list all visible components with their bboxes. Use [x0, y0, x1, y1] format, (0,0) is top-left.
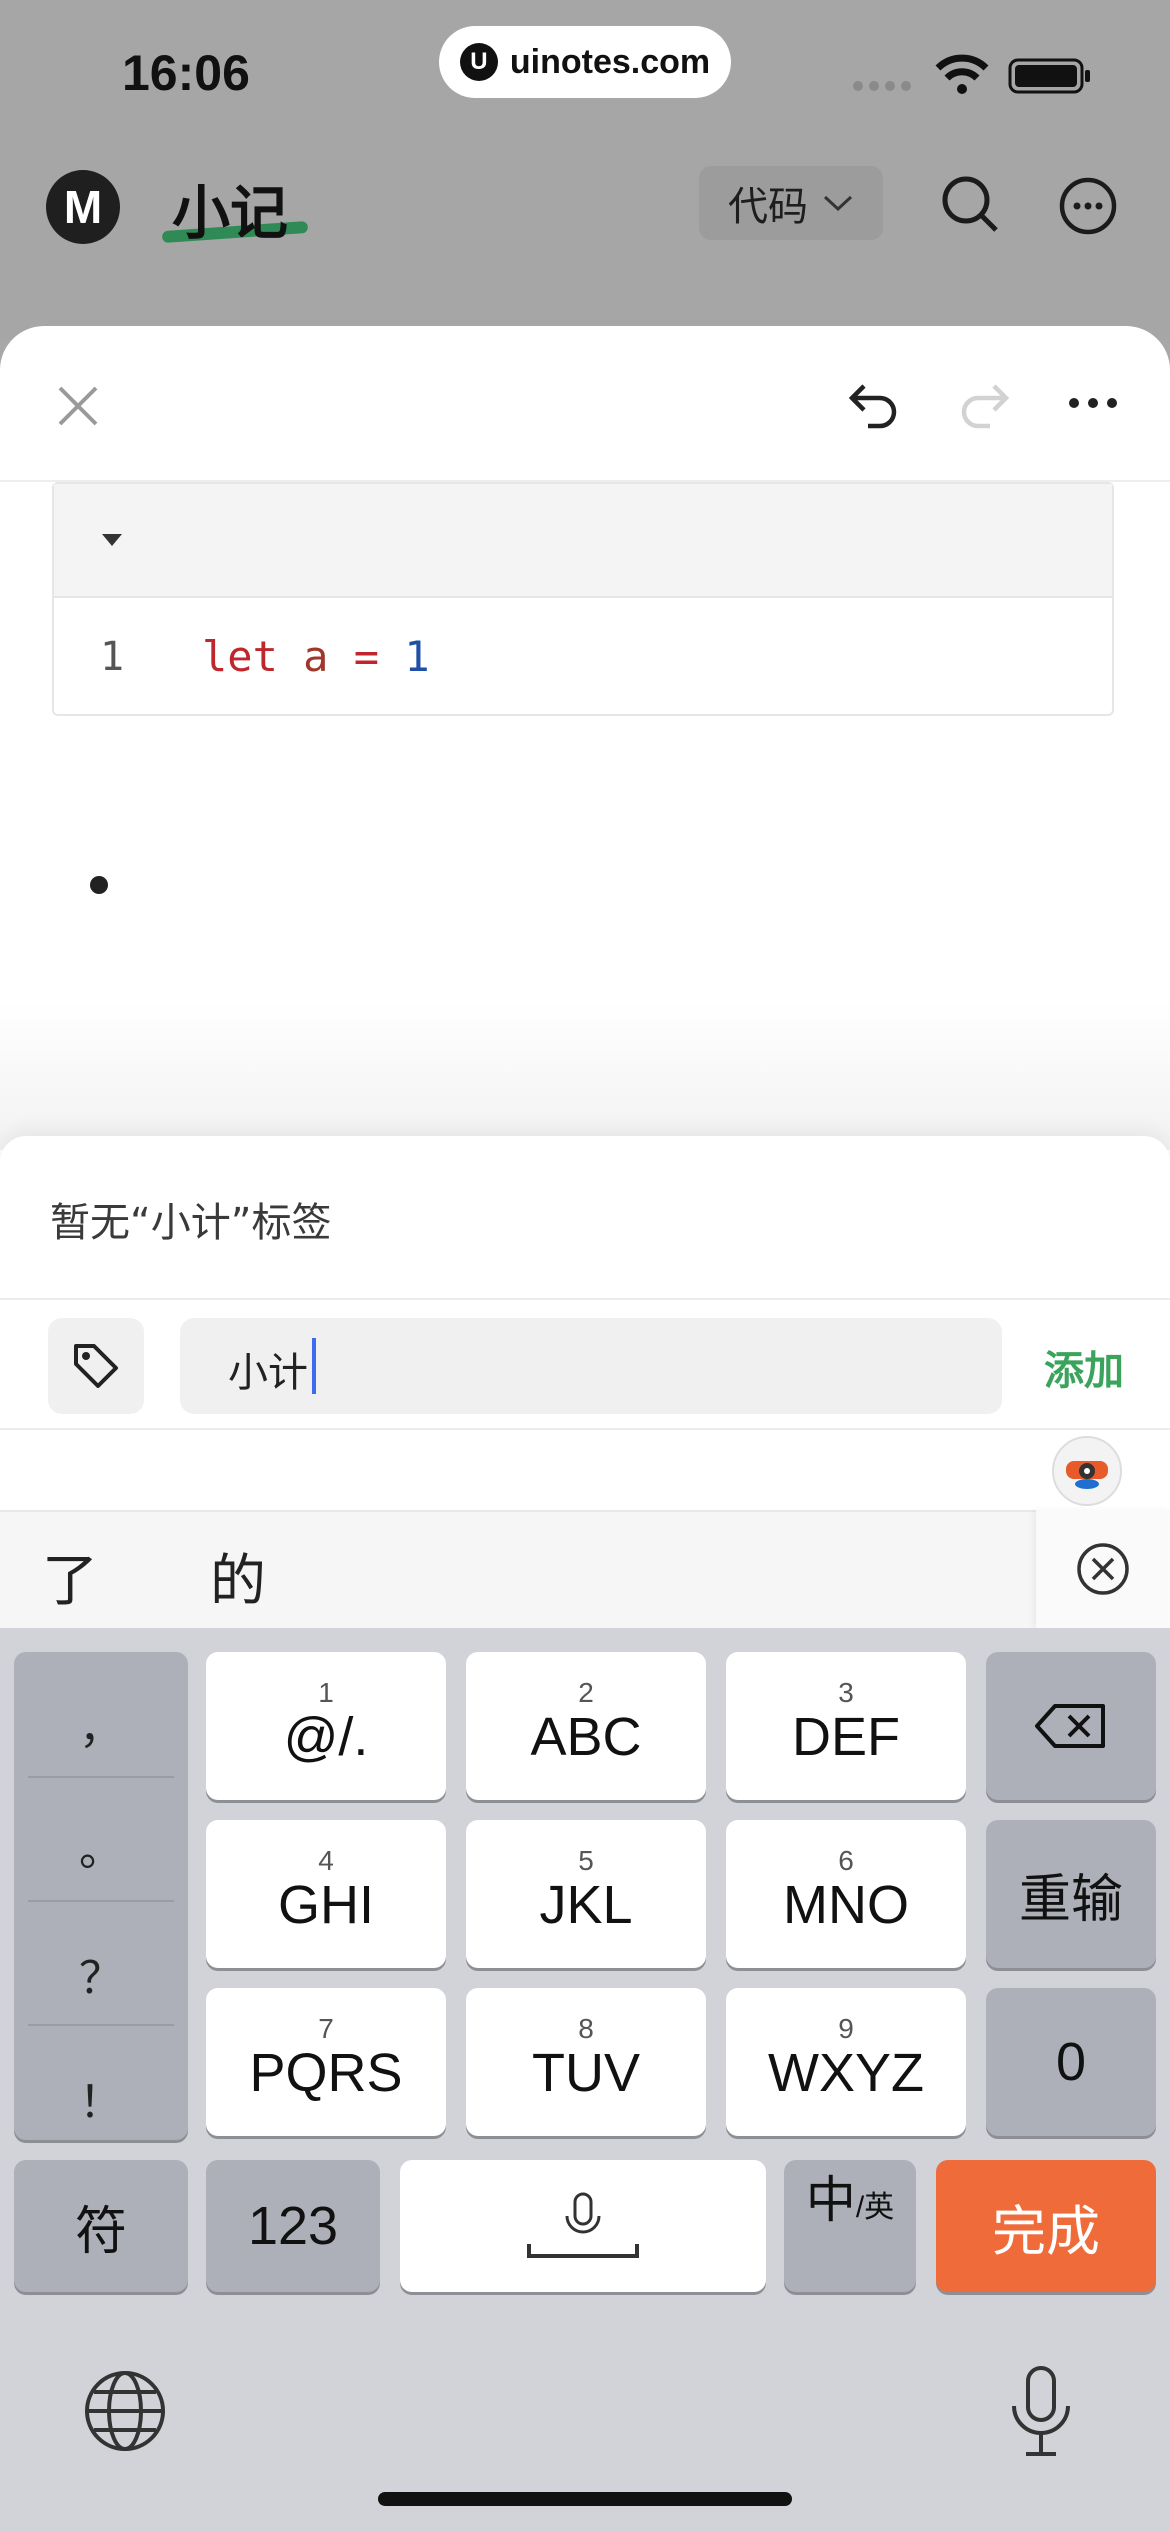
editor-more-icon[interactable] — [1068, 396, 1118, 410]
tag-icon — [74, 1344, 118, 1388]
dictation-mic-icon[interactable] — [1006, 2364, 1076, 2460]
done-key[interactable]: 完成 — [936, 2160, 1156, 2292]
key-label: PQRS — [249, 2043, 403, 2103]
tag-input-divider — [0, 1428, 1170, 1430]
battery-icon — [1008, 58, 1090, 94]
tag-input-value: 小计 — [228, 1350, 308, 1396]
key-7[interactable]: 7 PQRS — [206, 1988, 446, 2136]
code-keyword: let — [202, 632, 278, 681]
punct-exclaim[interactable]: ！ — [14, 2066, 188, 2130]
language-dropdown-icon[interactable] — [100, 532, 124, 548]
search-icon[interactable] — [940, 174, 1000, 234]
backspace-icon — [1035, 1704, 1105, 1748]
key-label: TUV — [532, 2043, 640, 2103]
site-logo-icon: U — [459, 43, 498, 81]
key-label: @/. — [283, 1707, 369, 1767]
key-3[interactable]: 3 DEF — [726, 1652, 966, 1800]
key-label: WXYZ — [768, 2043, 924, 2103]
close-circle-icon — [1077, 1543, 1129, 1595]
text-caret — [312, 1338, 316, 1394]
mascot-icon — [1066, 1461, 1108, 1489]
punct-divider — [28, 1776, 174, 1778]
punct-comma[interactable]: ， — [14, 1692, 188, 1756]
code-line-number: 1 — [100, 634, 125, 680]
mode-label: 代码 — [728, 184, 808, 230]
code-block-header — [54, 484, 1112, 598]
key-2[interactable]: 2 ABC — [466, 1652, 706, 1800]
symbol-key[interactable]: 符 — [14, 2160, 188, 2292]
mode-dropdown[interactable]: 代码 — [699, 166, 883, 240]
key-label: GHI — [277, 1875, 374, 1935]
keyboard-mascot-icon[interactable] — [1052, 1436, 1122, 1506]
numbers-key[interactable]: 123 — [206, 2160, 380, 2292]
punct-period[interactable]: 。 — [14, 1814, 188, 1878]
punct-question[interactable]: ？ — [14, 1942, 188, 2006]
language-switch-key[interactable]: 中/英 — [784, 2160, 916, 2292]
signal-icon — [853, 81, 911, 91]
more-icon[interactable] — [1058, 176, 1118, 236]
code-operator: = — [353, 632, 380, 681]
redo-icon[interactable] — [956, 378, 1012, 430]
chevron-down-icon — [823, 195, 853, 212]
add-tag-button[interactable]: 添加 — [1044, 1338, 1124, 1396]
wifi-icon — [935, 54, 989, 94]
key-number: 9 — [838, 2013, 854, 2044]
code-block[interactable]: 1 let a = 1 — [52, 482, 1114, 716]
candidate-1[interactable]: 了 — [42, 1536, 98, 1617]
key-label: MNO — [783, 1875, 909, 1935]
globe-icon[interactable] — [82, 2368, 168, 2454]
key-number: 4 — [318, 1845, 334, 1876]
key-5[interactable]: 5 JKL — [466, 1820, 706, 1968]
reinput-key[interactable]: 重输 — [986, 1820, 1156, 1968]
backspace-key[interactable] — [986, 1652, 1156, 1800]
key-1[interactable]: 1 @/. — [206, 1652, 446, 1800]
tag-panel-divider — [0, 1298, 1170, 1300]
key-number: 5 — [578, 1845, 594, 1876]
app-logo[interactable]: M — [46, 170, 120, 244]
site-pill: U uinotes.com — [439, 26, 731, 98]
code-variable: a — [303, 632, 329, 681]
key-label: JKL — [539, 1875, 633, 1935]
site-url: uinotes.com — [509, 42, 711, 81]
lang-main: 中 — [805, 2172, 856, 2228]
code-number: 1 — [404, 632, 430, 681]
key-6[interactable]: 6 MNO — [726, 1820, 966, 1968]
key-number: 2 — [578, 1677, 594, 1708]
key-label: DEF — [792, 1707, 900, 1767]
code-line[interactable]: let a = 1 — [202, 632, 430, 681]
punct-divider — [28, 1900, 174, 1902]
key-label: ABC — [530, 1707, 642, 1767]
key-0[interactable]: 0 — [986, 1988, 1156, 2136]
tag-input[interactable]: 小计 — [180, 1318, 1002, 1414]
punctuation-column[interactable]: ， 。 ？ ！ — [14, 1652, 188, 2140]
home-indicator[interactable] — [378, 2492, 792, 2506]
key-4[interactable]: 4 GHI — [206, 1820, 446, 1968]
no-tag-hint: 暂无“小计”标签 — [50, 1200, 332, 1246]
sheet-fade — [0, 1000, 1170, 1150]
close-icon[interactable] — [56, 384, 100, 428]
key-number: 8 — [578, 2013, 594, 2044]
key-8[interactable]: 8 TUV — [466, 1988, 706, 2136]
undo-icon[interactable] — [846, 378, 902, 430]
lang-sub: /英 — [855, 2191, 895, 2224]
status-time: 16:06 — [122, 45, 250, 101]
app-title: 小记 — [172, 179, 289, 247]
key-9[interactable]: 9 WXYZ — [726, 1988, 966, 2136]
candidate-bar — [0, 1510, 1170, 1630]
punct-divider — [28, 2024, 174, 2026]
tag-button[interactable] — [48, 1318, 144, 1414]
key-number: 1 — [318, 1677, 334, 1708]
list-bullet — [90, 876, 108, 894]
key-number: 6 — [838, 1845, 854, 1876]
key-number: 7 — [318, 2013, 334, 2044]
key-number: 3 — [838, 1677, 854, 1708]
candidate-2[interactable]: 的 — [210, 1536, 266, 1617]
space-mic-icon — [527, 2192, 639, 2258]
space-key[interactable] — [400, 2160, 766, 2292]
candidate-close-button[interactable] — [1036, 1510, 1170, 1628]
